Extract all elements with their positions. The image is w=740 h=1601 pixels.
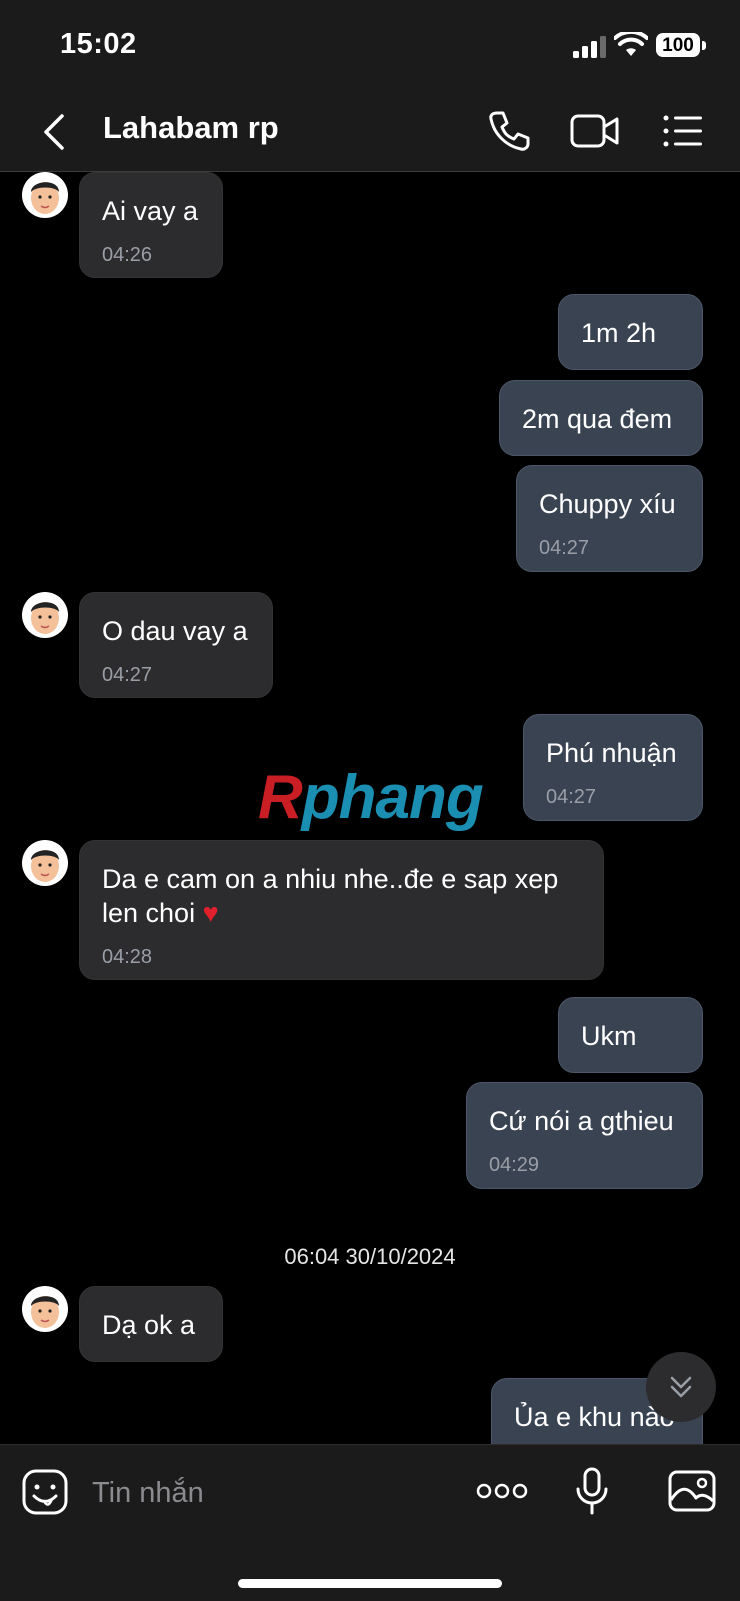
message-time: 04:27 xyxy=(539,537,590,559)
battery-icon: 100 xyxy=(656,33,706,59)
microphone-icon[interactable] xyxy=(575,1467,609,1515)
status-bar: 15:02 100 xyxy=(0,0,740,92)
message-time: 04:27 xyxy=(102,664,153,686)
message-composer xyxy=(0,1444,740,1601)
message-outgoing[interactable]: 1m 2h xyxy=(558,294,703,370)
cartoon-face-icon xyxy=(31,850,59,882)
message-incoming[interactable]: O dau vay a 04:27 xyxy=(79,592,273,698)
scroll-to-bottom-button[interactable] xyxy=(646,1352,716,1422)
message-text: 1m 2h xyxy=(581,318,657,348)
message-time: 04:29 xyxy=(489,1154,540,1176)
message-text: Phú nhuận xyxy=(546,738,677,768)
contact-avatar[interactable] xyxy=(22,840,68,886)
message-text: Da e cam on a nhiu nhe..đe e sap xep len … xyxy=(102,864,559,928)
contact-name[interactable]: Lahabam rp xyxy=(103,110,279,146)
message-list[interactable]: Ai vay a 04:26 1m 2h 2m qua đem Chuppy x… xyxy=(0,172,740,1444)
message-outgoing[interactable]: Ukm xyxy=(558,997,703,1073)
message-text: Chuppy xíu xyxy=(539,489,676,519)
heart-emoji: ♥ xyxy=(202,898,219,928)
message-text: Ai vay a xyxy=(102,196,199,226)
message-incoming[interactable]: Da e cam on a nhiu nhe..đe e sap xep len … xyxy=(79,840,604,980)
more-options-icon[interactable] xyxy=(476,1481,528,1501)
message-time: 04:27 xyxy=(546,786,597,808)
signal-icon xyxy=(573,36,606,58)
message-text: Dạ ok a xyxy=(102,1310,196,1340)
chat-header: Lahabam rp xyxy=(0,92,740,172)
message-outgoing[interactable]: Phú nhuận 04:27 xyxy=(523,714,703,821)
watermark-logo: Rphang xyxy=(258,763,484,832)
sticker-icon[interactable] xyxy=(22,1469,68,1515)
contact-avatar[interactable] xyxy=(22,592,68,638)
battery-level: 100 xyxy=(662,35,694,56)
contact-avatar[interactable] xyxy=(22,172,68,218)
cartoon-face-icon xyxy=(31,1296,59,1328)
message-input[interactable] xyxy=(90,1465,434,1521)
message-text: 2m qua đem xyxy=(522,404,673,434)
message-outgoing[interactable]: Cứ nói a gthieu 04:29 xyxy=(466,1082,703,1189)
message-time: 04:26 xyxy=(102,244,153,266)
cartoon-face-icon xyxy=(31,182,59,214)
back-arrow-icon[interactable] xyxy=(38,112,72,152)
contact-avatar[interactable] xyxy=(22,1286,68,1332)
home-indicator xyxy=(238,1579,502,1588)
message-outgoing[interactable]: 2m qua đem xyxy=(499,380,703,456)
status-time: 15:02 xyxy=(60,28,137,60)
image-gallery-icon[interactable] xyxy=(668,1470,716,1512)
double-chevron-down-icon xyxy=(670,1376,692,1398)
message-text: O dau vay a xyxy=(102,616,248,646)
phone-icon[interactable] xyxy=(488,110,530,152)
date-separator: 06:04 30/10/2024 xyxy=(284,1244,456,1269)
message-time: 04:28 xyxy=(102,946,153,968)
message-outgoing[interactable]: Chuppy xíu 04:27 xyxy=(516,465,703,572)
message-text: Cứ nói a gthieu xyxy=(489,1106,674,1136)
list-menu-icon[interactable] xyxy=(662,112,704,150)
message-incoming[interactable]: Ai vay a 04:26 xyxy=(79,172,223,278)
wifi-icon xyxy=(614,32,648,56)
message-text: Ukm xyxy=(581,1021,637,1051)
video-call-icon[interactable] xyxy=(570,112,620,150)
cartoon-face-icon xyxy=(31,602,59,634)
message-incoming[interactable]: Dạ ok a xyxy=(79,1286,223,1362)
